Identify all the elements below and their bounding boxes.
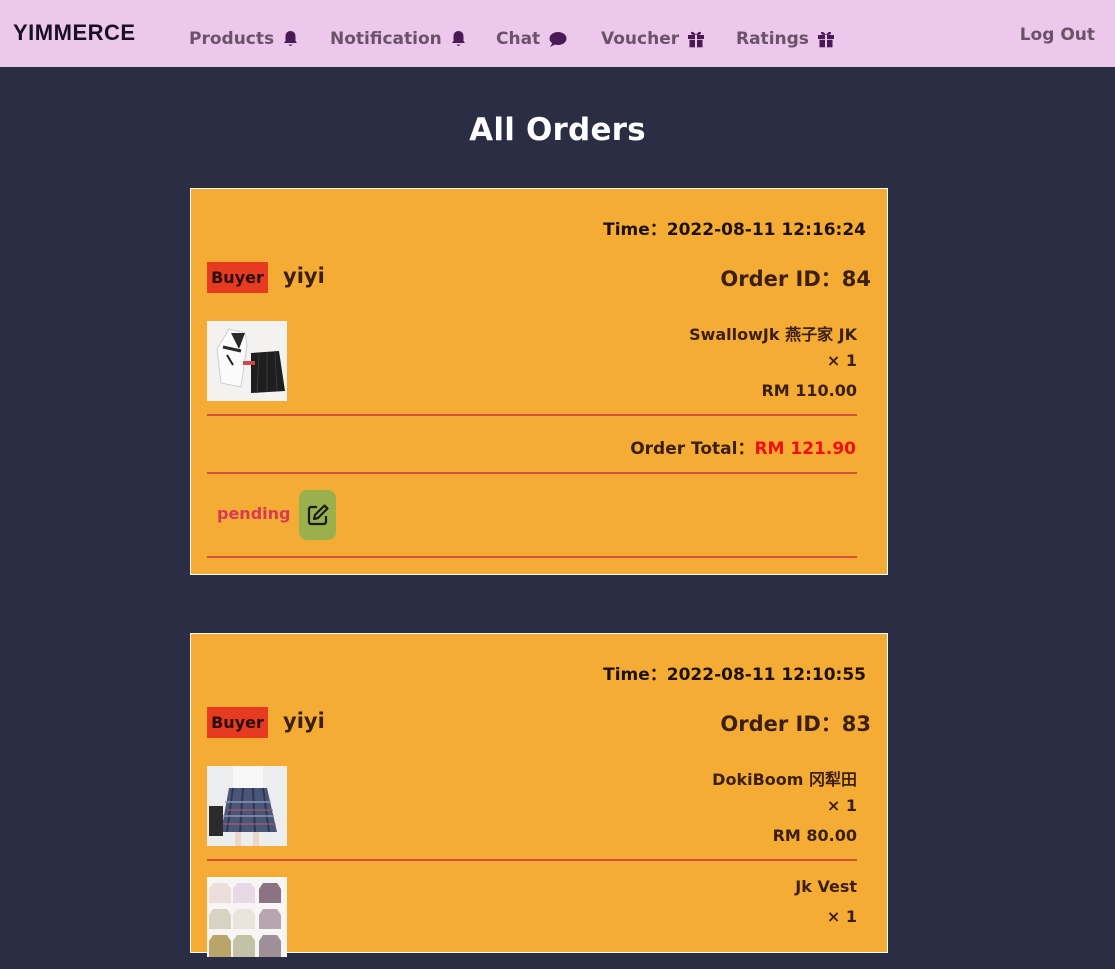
buyer-name: yiyi [283,264,325,288]
nav-notification-label: Notification [330,29,442,49]
edit-status-button[interactable] [299,490,336,540]
buyer-badge: Buyer [207,262,268,293]
product-name[interactable]: SwallowJk 燕子家 JK [689,321,857,345]
order-time: Time：2022-08-11 12:16:24 [603,220,866,240]
nav-ratings-label: Ratings [736,29,809,49]
product-thumbnail[interactable] [207,766,287,846]
order-id: Order ID：83 [720,712,871,736]
divider [207,859,857,861]
plaid-skirt-image [207,766,287,846]
product-thumbnail[interactable] [207,877,287,957]
divider [207,556,857,558]
nav-products-label: Products [189,29,275,49]
product-name[interactable]: DokiBoom 冈犁田 [712,766,857,790]
top-navbar: YIMMERCE Products Notification Chat Vouc… [0,0,1115,67]
product-quantity: × 1 [826,351,857,370]
order-total-amount: RM 121.90 [754,439,856,459]
page-title: All Orders [469,112,646,148]
product-price: RM 80.00 [772,826,857,845]
nav-chat[interactable]: Chat [496,27,567,51]
order-total-label: Order Total： [630,439,755,459]
product-quantity: × 1 [826,907,857,926]
chat-bubble-icon [549,31,567,47]
order-time: Time：2022-08-11 12:10:55 [603,665,866,685]
order-status: pending [217,504,291,523]
nav-voucher[interactable]: Voucher [601,27,705,51]
order-card: Time：2022-08-11 12:10:55 Buyer yiyi Orde… [190,633,888,957]
brand-logo[interactable]: YIMMERCE [13,20,136,46]
buyer-name: yiyi [283,709,325,733]
product-name[interactable]: Jk Vest [795,877,857,896]
logout-link[interactable]: Log Out [1020,25,1095,45]
nav-voucher-label: Voucher [601,29,680,49]
order-total: Order Total：RM 121.90 [630,434,856,459]
nav-notification[interactable]: Notification [330,27,467,51]
divider [207,472,857,474]
nav-products[interactable]: Products [189,27,299,51]
order-item: DokiBoom 冈犁田 × 1 RM 80.00 [207,766,857,858]
edit-icon [307,504,329,526]
nav-ratings[interactable]: Ratings [736,27,835,51]
nav-chat-label: Chat [496,29,541,49]
order-id: Order ID：84 [720,267,871,291]
order-item: Jk Vest × 1 [207,877,857,969]
product-thumbnail[interactable] [207,321,287,401]
bell-icon [451,31,465,46]
vest-grid-image [207,877,287,957]
buyer-badge: Buyer [207,707,268,738]
gift-icon [688,31,705,48]
gift-icon [817,31,834,48]
divider [207,414,857,416]
order-item: SwallowJk 燕子家 JK × 1 RM 110.00 [207,321,857,413]
sailor-uniform-image [207,321,287,401]
product-price: RM 110.00 [761,381,857,400]
bell-icon [284,31,298,46]
order-card: Time：2022-08-11 12:16:24 Buyer yiyi Orde… [190,188,888,575]
product-quantity: × 1 [826,796,857,815]
